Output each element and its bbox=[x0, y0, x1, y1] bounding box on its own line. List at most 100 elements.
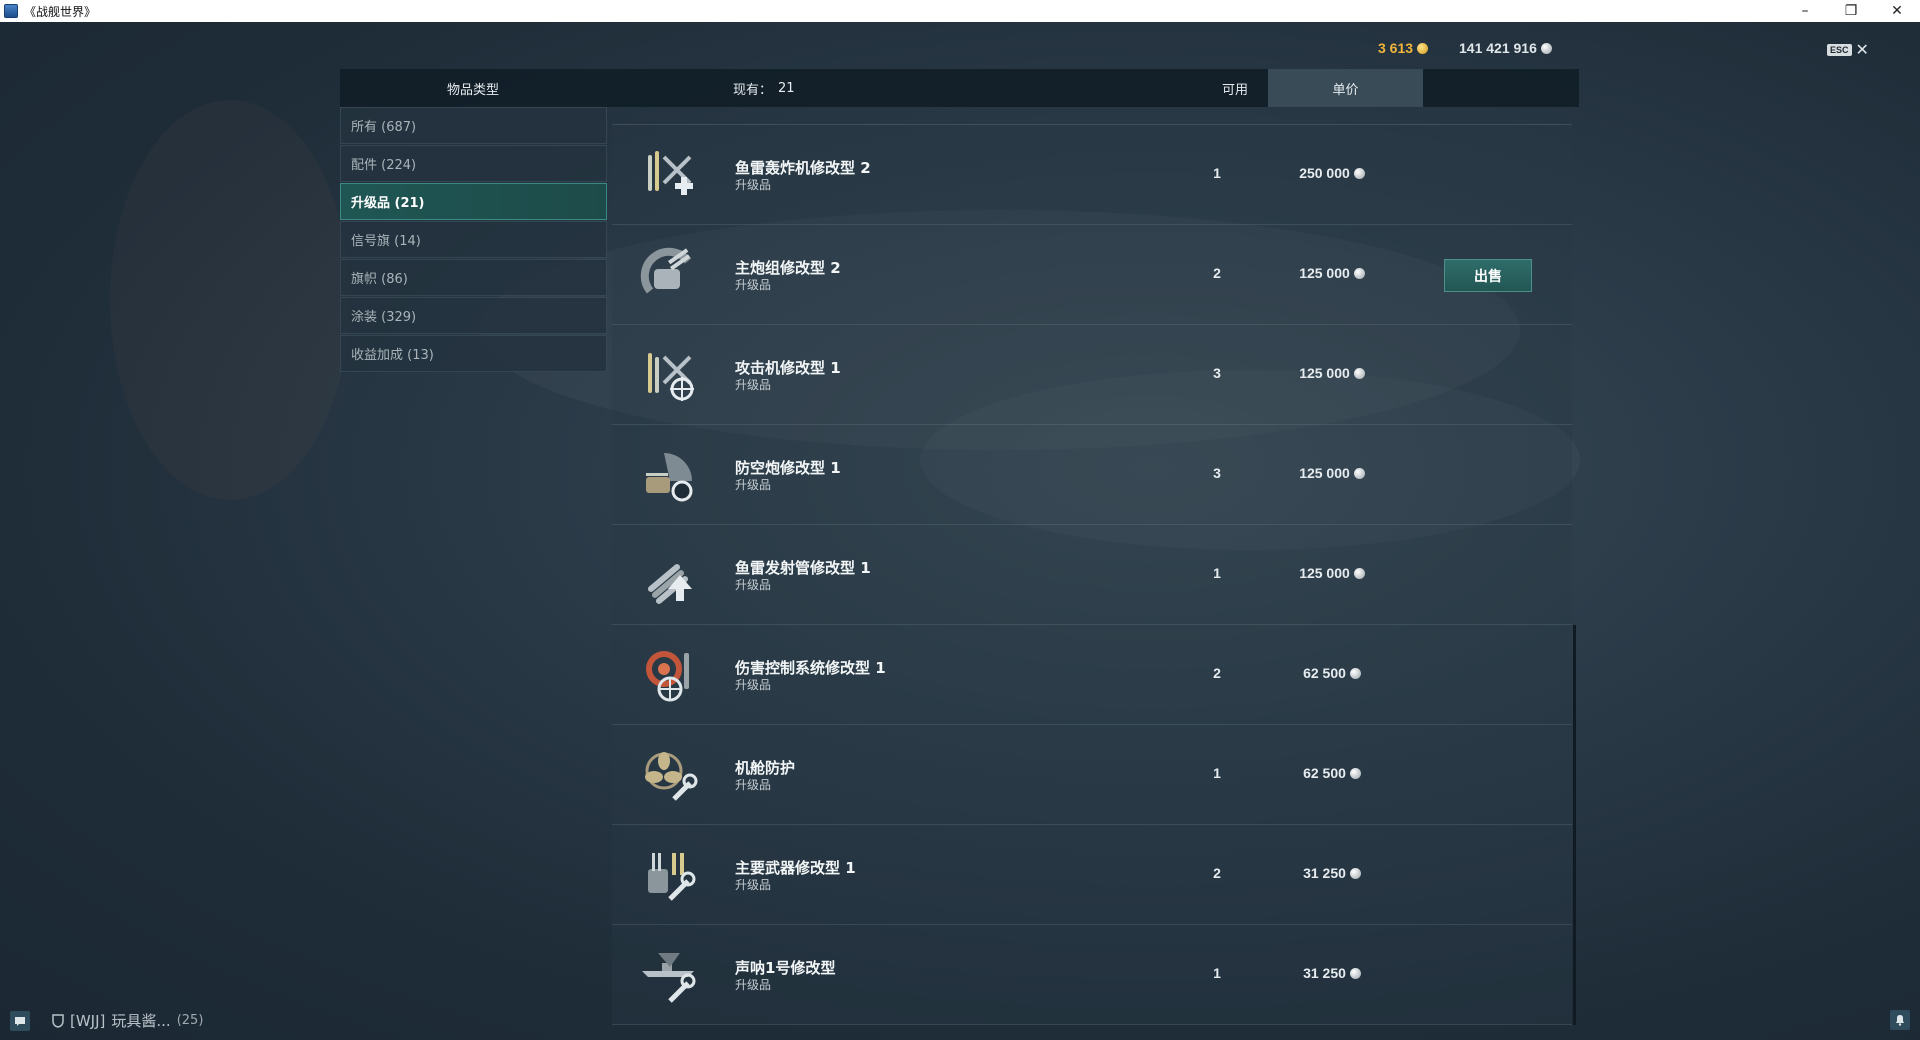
list-item[interactable]: 主要武器修改型 1 升级品 2 31 250 bbox=[612, 825, 1572, 925]
item-type-sidebar: 所有 (687) 配件 (224) 升级品 (21) 信号旗 (14) 旗帜 (… bbox=[340, 107, 607, 373]
item-price: 125 000 bbox=[1262, 565, 1402, 581]
item-price: 125 000 bbox=[1262, 465, 1402, 481]
item-name: 鱼雷轰炸机修改型 2 bbox=[735, 159, 871, 177]
minimize-button[interactable]: – bbox=[1782, 0, 1828, 22]
item-type: 升级品 bbox=[735, 178, 772, 192]
item-quantity: 3 bbox=[1213, 465, 1221, 481]
header-owned: 现有： 21 bbox=[733, 69, 795, 107]
item-type: 升级品 bbox=[735, 978, 772, 992]
list-item[interactable]: 防空炮修改型 1 升级品 3 125 000 bbox=[612, 425, 1572, 525]
silver-coin-icon bbox=[1349, 967, 1361, 979]
item-price-value: 62 500 bbox=[1303, 765, 1346, 781]
list-item[interactable]: 主炮组修改型 2 升级品 2 125 000 出售 bbox=[612, 225, 1572, 325]
item-price: 62 500 bbox=[1262, 665, 1402, 681]
item-quantity: 1 bbox=[1213, 565, 1221, 581]
esc-key-label: ESC bbox=[1827, 44, 1852, 56]
item-quantity: 1 bbox=[1213, 765, 1221, 781]
silver-coin-icon bbox=[1349, 667, 1361, 679]
silver-coin-icon bbox=[1349, 867, 1361, 879]
engine-protection-icon bbox=[645, 752, 698, 801]
item-name: 伤害控制系统修改型 1 bbox=[735, 659, 886, 677]
item-type: 升级品 bbox=[735, 578, 772, 592]
item-quantity: 1 bbox=[1213, 165, 1221, 181]
aa-gun-icon bbox=[646, 453, 693, 502]
silver-coin-icon bbox=[1353, 167, 1365, 179]
item-name: 防空炮修改型 1 bbox=[735, 459, 841, 477]
header-available-sort[interactable]: 可用 bbox=[1210, 69, 1260, 107]
sidebar-item-upgrades[interactable]: 升级品 (21) bbox=[340, 183, 607, 220]
item-price-value: 125 000 bbox=[1299, 565, 1350, 581]
item-type: 升级品 bbox=[735, 278, 772, 292]
header-unit-price-sort[interactable]: 单价 bbox=[1268, 69, 1423, 107]
window-titlebar: 《战舰世界》 – ❐ ✕ bbox=[0, 0, 1920, 22]
list-item[interactable]: 鱼雷轰炸机修改型 2 升级品 1 250 000 bbox=[612, 125, 1572, 225]
item-name: 鱼雷发射管修改型 1 bbox=[735, 559, 871, 577]
damage-control-icon bbox=[646, 651, 689, 702]
header-owned-label: 现有： bbox=[733, 82, 773, 98]
clan-count: (25) bbox=[176, 1013, 204, 1028]
list-item[interactable]: 机舱防护 升级品 1 62 500 bbox=[612, 725, 1572, 825]
silver-coin-icon bbox=[1353, 267, 1365, 279]
sidebar-item-flags[interactable]: 旗帜 (86) bbox=[340, 259, 607, 296]
app-icon bbox=[4, 4, 18, 18]
inventory-list: 鱼雷轰炸机修改型 2 升级品 1 250 000 主炮组修改型 2 升级品 2 … bbox=[612, 125, 1572, 1025]
item-name: 主要武器修改型 1 bbox=[735, 859, 856, 877]
silver-balance: 141 421 916 bbox=[1459, 38, 1552, 58]
list-scrollbar[interactable] bbox=[1573, 625, 1576, 1025]
item-price-value: 125 000 bbox=[1299, 465, 1350, 481]
sidebar-item-signals[interactable]: 信号旗 (14) bbox=[340, 221, 607, 258]
clan-tag: [WJJ] bbox=[70, 1011, 106, 1030]
sidebar-item-all[interactable]: 所有 (687) bbox=[340, 107, 607, 144]
close-icon[interactable]: ✕ bbox=[1856, 42, 1869, 58]
item-price: 125 000 bbox=[1262, 265, 1402, 281]
shield-icon bbox=[52, 1013, 64, 1028]
item-quantity: 2 bbox=[1213, 865, 1221, 881]
list-item[interactable]: 鱼雷发射管修改型 1 升级品 1 125 000 bbox=[612, 525, 1572, 625]
list-header: 物品类型 现有： 21 可用 单价 bbox=[340, 69, 1579, 107]
item-price-value: 31 250 bbox=[1303, 965, 1346, 981]
item-name: 攻击机修改型 1 bbox=[735, 359, 841, 377]
item-type: 升级品 bbox=[735, 378, 772, 392]
header-item-type: 物品类型 bbox=[446, 82, 499, 98]
item-type: 升级品 bbox=[735, 678, 772, 692]
item-price: 31 250 bbox=[1262, 965, 1402, 981]
item-name: 机舱防护 bbox=[735, 759, 796, 777]
list-item[interactable]: 伤害控制系统修改型 1 升级品 2 62 500 bbox=[612, 625, 1572, 725]
silver-coin-icon bbox=[1353, 467, 1365, 479]
item-price: 62 500 bbox=[1262, 765, 1402, 781]
list-item[interactable]: 攻击机修改型 1 升级品 3 125 000 bbox=[612, 325, 1572, 425]
item-price-value: 125 000 bbox=[1299, 265, 1350, 281]
item-price-value: 62 500 bbox=[1303, 665, 1346, 681]
item-type: 升级品 bbox=[735, 878, 772, 892]
item-price-value: 31 250 bbox=[1303, 865, 1346, 881]
silver-coin-icon bbox=[1540, 42, 1552, 54]
chat-icon bbox=[15, 1016, 25, 1026]
sidebar-item-economic-bonuses[interactable]: 收益加成 (13) bbox=[340, 335, 607, 372]
item-price-value: 125 000 bbox=[1299, 365, 1350, 381]
sell-button[interactable]: 出售 bbox=[1444, 259, 1532, 292]
item-name: 主炮组修改型 2 bbox=[735, 259, 841, 277]
restore-button[interactable]: ❐ bbox=[1828, 0, 1874, 22]
close-window-button[interactable]: ✕ bbox=[1874, 0, 1920, 22]
main-battery-icon bbox=[640, 247, 692, 294]
sidebar-item-camouflage[interactable]: 涂装 (329) bbox=[340, 297, 607, 334]
item-name: 声呐1号修改型 bbox=[735, 959, 836, 977]
item-quantity: 1 bbox=[1213, 965, 1221, 981]
item-price: 250 000 bbox=[1262, 165, 1402, 181]
clan-info[interactable]: [WJJ] 玩具酱... (25) bbox=[52, 1010, 203, 1031]
item-type: 升级品 bbox=[735, 478, 772, 492]
item-price-value: 250 000 bbox=[1299, 165, 1350, 181]
window-title: 《战舰世界》 bbox=[24, 4, 97, 19]
silver-amount: 141 421 916 bbox=[1459, 40, 1537, 56]
notifications-button[interactable] bbox=[1890, 1010, 1910, 1030]
esc-close-button[interactable]: ESC ✕ bbox=[1827, 42, 1869, 58]
sidebar-item-modules[interactable]: 配件 (224) bbox=[340, 145, 607, 182]
chat-button[interactable] bbox=[10, 1010, 30, 1031]
bottom-status: [WJJ] 玩具酱... (25) bbox=[10, 1010, 203, 1031]
torpedo-tubes-icon bbox=[647, 564, 692, 604]
item-quantity: 3 bbox=[1213, 365, 1221, 381]
list-item[interactable]: 声呐1号修改型 升级品 1 31 250 bbox=[612, 925, 1572, 1025]
gold-amount: 3 613 bbox=[1378, 40, 1414, 56]
torpedo-bomber-icon bbox=[648, 151, 693, 195]
silver-coin-icon bbox=[1353, 367, 1365, 379]
